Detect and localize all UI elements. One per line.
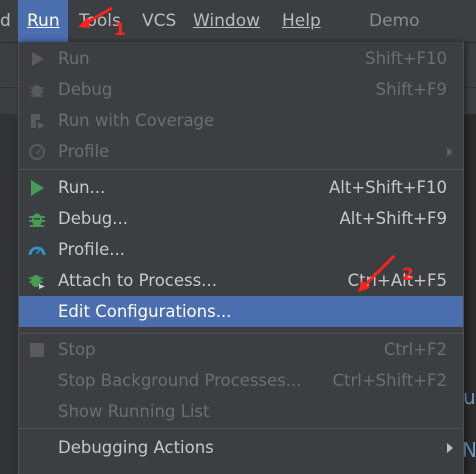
debug-icon [30, 85, 44, 97]
editor-text-fragment: N [462, 438, 476, 462]
annotation-step-2: 2 [402, 265, 414, 285]
menu-separator [19, 169, 463, 170]
menu-item-run-with-coverage[interactable]: Run with Coverage [19, 105, 463, 136]
menu-run[interactable]: Run [18, 0, 68, 42]
menu-item-run-disabled[interactable]: Run Shift+F10 [19, 43, 463, 74]
menu-item-label: Run... [58, 178, 106, 197]
annotation-step-1: 1 [114, 20, 126, 40]
project-title: Demo [369, 11, 420, 31]
submenu-arrow-icon [447, 147, 453, 157]
menu-item-label: Run [58, 49, 90, 68]
menu-item-shortcut: Ctrl+F2 [383, 340, 447, 359]
menu-vcs[interactable]: VCS [142, 10, 176, 32]
menu-help[interactable]: Help [282, 10, 321, 32]
menu-item-debug-dialog[interactable]: Debug... Alt+Shift+F9 [19, 203, 463, 234]
stop-icon [30, 343, 44, 357]
submenu-arrow-icon [447, 443, 453, 453]
menu-item-shortcut: Ctrl+Shift+F2 [332, 371, 447, 390]
menu-item-label: Stop [58, 340, 96, 359]
menu-item-label: Profile [58, 142, 110, 161]
menu-separator [19, 428, 463, 429]
menu-item-label: Debug [58, 80, 113, 99]
menu-item-shortcut: Shift+F9 [375, 80, 447, 99]
menu-item-stop-background[interactable]: Stop Background Processes... Ctrl+Shift+… [19, 365, 463, 396]
menu-file-partial[interactable]: d [0, 10, 11, 32]
profile-icon [28, 246, 46, 256]
menu-window[interactable]: Window [193, 10, 260, 32]
menu-item-label: Attach to Process... [58, 271, 217, 290]
menu-item-stop[interactable]: Stop Ctrl+F2 [19, 334, 463, 365]
run-icon [31, 180, 44, 196]
menu-item-run-dialog[interactable]: Run... Alt+Shift+F10 [19, 172, 463, 203]
menu-item-shortcut: Alt+Shift+F10 [329, 178, 447, 197]
menu-item-edit-configurations[interactable]: Edit Configurations... [19, 296, 463, 327]
menu-item-partial [19, 463, 463, 474]
menu-item-label: Profile... [58, 240, 126, 259]
menu-item-label: Stop Background Processes... [58, 371, 302, 390]
menu-item-label: Run with Coverage [58, 111, 215, 130]
menu-item-debugging-actions[interactable]: Debugging Actions [19, 432, 463, 463]
menu-item-label: Debugging Actions [58, 438, 214, 457]
menu-item-profile-submenu[interactable]: Profile [19, 136, 463, 167]
editor-gutter [0, 114, 18, 474]
run-icon [32, 52, 44, 66]
menu-item-shortcut: Shift+F10 [365, 49, 447, 68]
debug-icon [29, 213, 45, 227]
annotation-arrow-2-icon [358, 254, 396, 292]
menu-item-debug-disabled[interactable]: Debug Shift+F9 [19, 74, 463, 105]
menu-run-label: Run [27, 11, 60, 31]
menu-item-shortcut: Alt+Shift+F9 [339, 209, 447, 228]
coverage-icon [31, 114, 45, 129]
editor-text-fragment: u [463, 385, 476, 409]
attach-icon [29, 275, 45, 289]
menu-item-label: Show Running List [58, 402, 210, 421]
profile-icon [29, 144, 45, 160]
menu-item-show-running-list[interactable]: Show Running List [19, 396, 463, 427]
menu-item-label: Edit Configurations... [58, 302, 232, 321]
menu-item-label: Debug... [58, 209, 128, 228]
